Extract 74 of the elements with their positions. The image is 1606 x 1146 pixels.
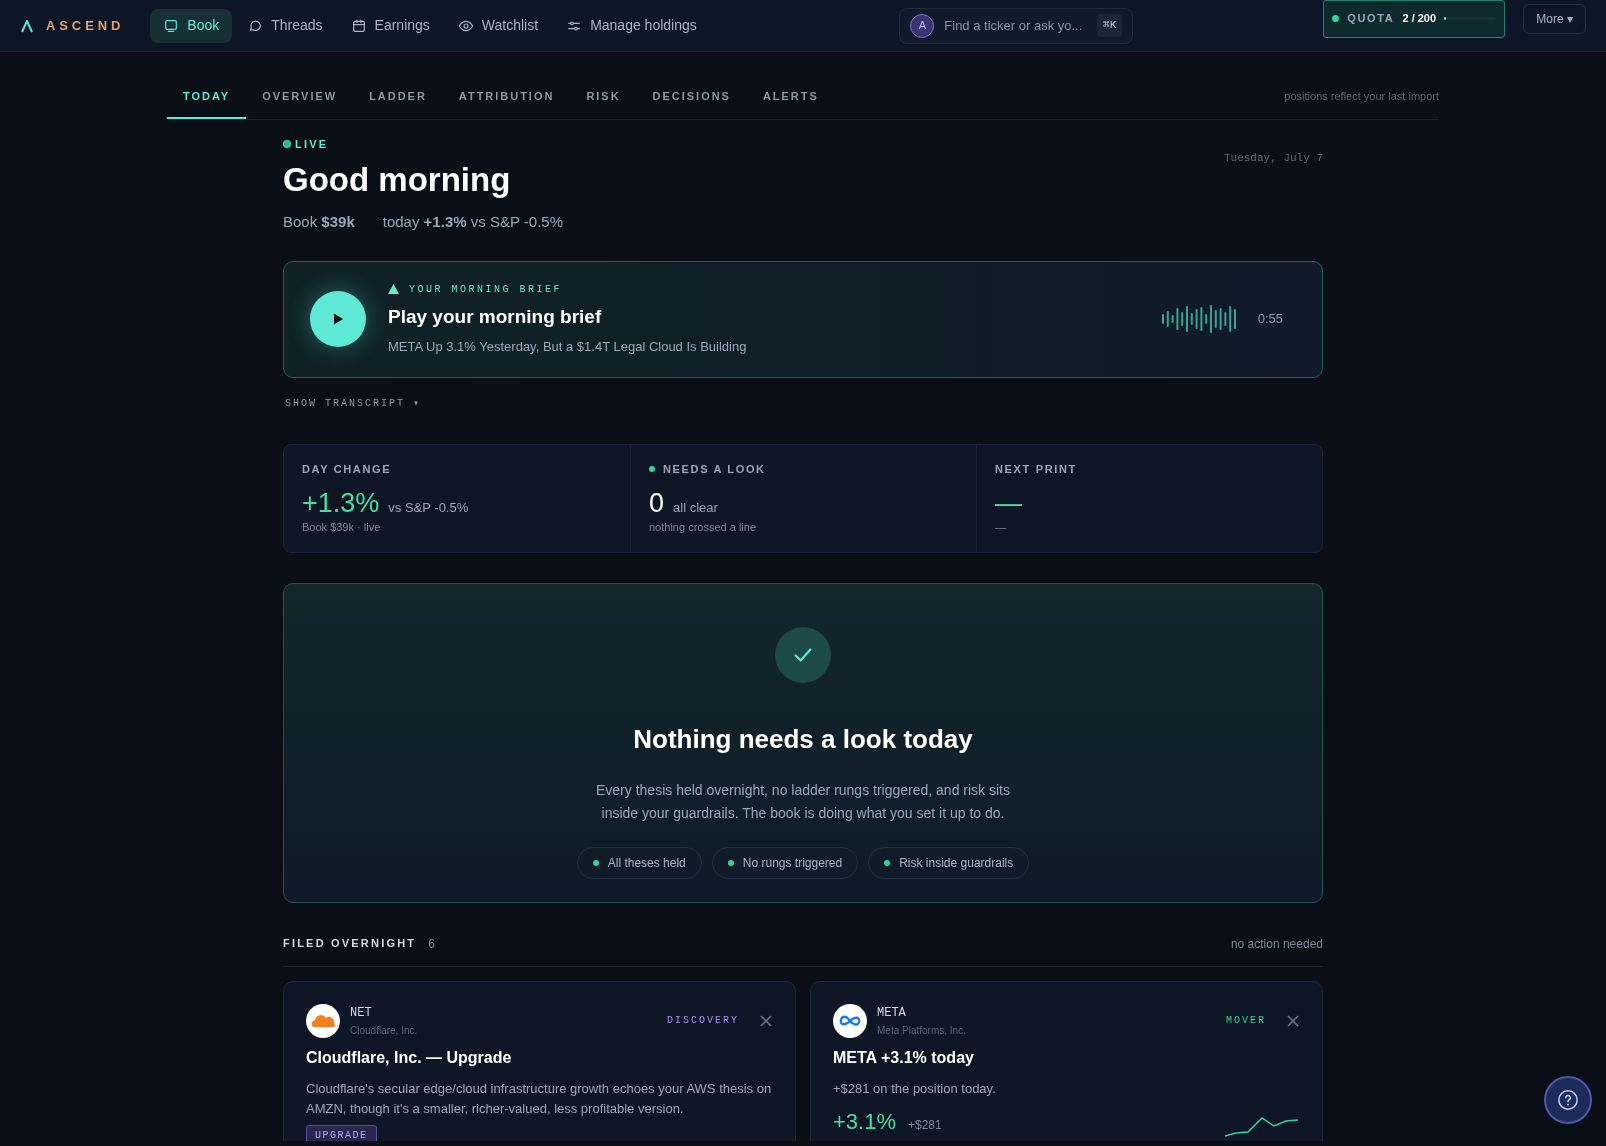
close-button[interactable] (759, 1013, 773, 1028)
nav-tab[interactable]: Watchlist (444, 8, 552, 43)
transcript-toggle[interactable]: SHOW TRANSCRIPT ▾ (285, 395, 422, 411)
nav-tab[interactable]: Earnings (337, 8, 443, 43)
card-text: +$281 on the position today. (833, 1079, 997, 1098)
import-note: positions reflect your last import (1284, 89, 1439, 104)
card-text: Cloudflare's secular edge/cloud infrastructure growth echoes your AWS thesis on AMZN, though it's a smaller, richer-valued, less profitable version. (306, 1079, 773, 1118)
nav-tab[interactable]: Book (150, 8, 233, 43)
search-bar[interactable]: A Find a ticker or ask yo... ⌘K (899, 7, 1134, 44)
quota-label: QUOTA (1347, 11, 1395, 27)
triangle-icon (388, 284, 399, 294)
section-tab[interactable]: DECISIONS (636, 88, 747, 119)
stat-label: DAY CHANGE (302, 461, 392, 477)
greeting-heading: Good morning (283, 160, 512, 200)
stat-subtext: nothing crossed a line (649, 520, 757, 535)
play-button[interactable] (310, 291, 366, 347)
close-icon (759, 1013, 773, 1028)
book-value: Book $39k (283, 212, 355, 232)
stat-value: +1.3% (302, 487, 380, 520)
chat-bubble-icon (247, 17, 264, 34)
item-count: 6 (428, 935, 435, 953)
nav-tab[interactable]: Manage holdings (553, 8, 710, 43)
close-icon (1286, 1013, 1300, 1028)
logo-icon (20, 18, 34, 33)
stat-value: 0 (649, 487, 665, 520)
stat-subtext: Book $39k · live (302, 520, 382, 535)
card-title: Cloudflare, Inc. — Upgrade (306, 1047, 513, 1068)
section-title: FILED OVERNIGHT (283, 936, 417, 952)
company-name: Cloudflare, Inc. (350, 1023, 419, 1038)
brand-name: ASCEND (46, 16, 125, 35)
stat-label: NEXT PRINT (995, 461, 1077, 477)
live-indicator: LIVE (283, 135, 563, 152)
section-tab[interactable]: OVERVIEW (246, 88, 354, 119)
section-tab[interactable]: LADDER (353, 88, 443, 119)
change-amount: +$281 (908, 1116, 942, 1134)
section-tab[interactable]: ALERTS (746, 88, 835, 119)
stat-value: — (995, 487, 1022, 520)
brief-duration: 0:55 (1257, 310, 1283, 329)
date-label: Tuesday, July 7 (1223, 150, 1323, 166)
daily-change: today +1.3% vs S&P -0.5% (382, 212, 563, 232)
help-button[interactable] (1544, 1076, 1592, 1124)
ticker-symbol: NET (350, 1004, 373, 1022)
section-tab[interactable]: ATTRIBUTION (442, 88, 571, 119)
section-tab[interactable]: TODAY (167, 88, 247, 119)
infinity-icon (838, 1013, 862, 1028)
stat-note: all clear (673, 499, 718, 517)
category-tag: MOVER (1226, 1013, 1266, 1028)
brief-eyebrow: YOUR MORNING BRIEF (409, 282, 563, 297)
stat-note: vs S&P -0.5% (388, 499, 469, 517)
search-input[interactable]: Find a ticker or ask yo... (944, 15, 1088, 36)
more-button[interactable]: More ▾ (1523, 3, 1586, 34)
close-button[interactable] (1286, 1013, 1300, 1028)
all-clear-text: Every thesis held overnight, no ladder rungs triggered, and risk sits inside your guardrails. The book is doing what you set it up to do. (595, 780, 1011, 823)
card-title: META +3.1% today (833, 1047, 975, 1068)
play-icon (331, 312, 345, 326)
cloud-icon (310, 1013, 336, 1028)
upgrade-badge: UPGRADE (306, 1124, 377, 1141)
company-name: Meta Platforms, Inc. (877, 1023, 967, 1038)
nav-tab[interactable]: Threads (234, 8, 336, 43)
brief-subtitle: META Up 3.1% Yesterday, But a $1.4T Legal Cloud Is Building (388, 338, 748, 356)
section-note: no action needed (1230, 935, 1323, 953)
section-tab[interactable]: RISK (570, 88, 637, 119)
brief-title: Play your morning brief (388, 304, 603, 329)
calendar-icon (350, 17, 367, 34)
all-clear-title: Nothing needs a look today (633, 722, 973, 756)
stat-label: NEEDS A LOOK (663, 461, 766, 477)
help-icon (1557, 1089, 1579, 1111)
change-value: +3.1% (833, 1107, 896, 1136)
user-avatar: A (910, 13, 935, 38)
stat-subtext: — (995, 520, 1007, 535)
quota-value: 2 / 200 (1402, 11, 1437, 27)
ticker-symbol: META (877, 1004, 907, 1022)
category-tag: DISCOVERY (667, 1013, 739, 1028)
shortcut-key: ⌘K (1097, 14, 1123, 37)
